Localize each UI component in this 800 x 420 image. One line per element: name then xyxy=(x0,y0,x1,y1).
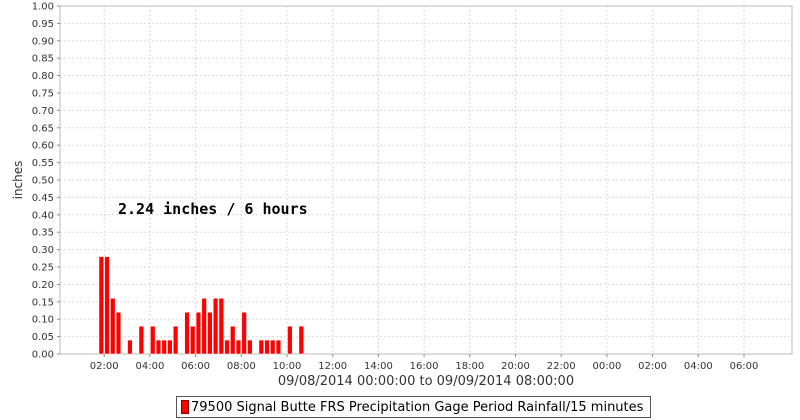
y-axis-ticks: 0.00 0.05 0.10 0.15 0.20 0.25 0.30 0.35 0.40 0.45… xyxy=(32,2,60,361)
y-tick-label: 0.25 xyxy=(32,263,54,274)
y-axis-label: inches xyxy=(11,161,25,200)
x-tick-label: 02:00 xyxy=(90,361,119,372)
x-tick-label: 10:00 xyxy=(273,361,302,372)
y-tick-label: 0.00 xyxy=(32,350,54,361)
y-tick-label: 0.10 xyxy=(32,315,54,326)
x-tick-label: 06:00 xyxy=(181,361,210,372)
y-tick-label: 0.60 xyxy=(32,141,54,152)
y-tick-label: 0.70 xyxy=(32,106,54,117)
bar xyxy=(98,256,104,355)
y-tick-label: 0.90 xyxy=(32,36,54,47)
bar xyxy=(161,339,167,355)
bar xyxy=(184,311,190,355)
y-tick-label: 0.85 xyxy=(32,54,54,65)
bar xyxy=(258,339,264,355)
bar xyxy=(167,339,173,355)
bar xyxy=(201,298,207,355)
bar xyxy=(150,325,156,355)
x-tick-label: 06:00 xyxy=(730,361,759,372)
x-tick-label: 00:00 xyxy=(592,361,621,372)
bar xyxy=(218,298,224,355)
x-tick-label: 20:00 xyxy=(501,361,530,372)
bar xyxy=(298,325,304,355)
x-tick-label: 18:00 xyxy=(455,361,484,372)
bar xyxy=(173,325,179,355)
y-tick-label: 0.65 xyxy=(32,123,54,134)
bar xyxy=(207,311,213,355)
x-tick-label: 16:00 xyxy=(410,361,439,372)
x-tick-label: 12:00 xyxy=(318,361,347,372)
bar xyxy=(115,311,122,355)
legend-label: 79500 Signal Butte FRS Precipitation Gag… xyxy=(191,399,644,415)
y-tick-label: 0.45 xyxy=(32,193,54,204)
y-tick-label: 0.20 xyxy=(32,280,54,291)
y-tick-label: 0.75 xyxy=(32,89,54,100)
y-tick-label: 0.30 xyxy=(32,245,54,256)
bar xyxy=(247,339,253,355)
x-tick-label: 08:00 xyxy=(227,361,256,372)
y-tick-label: 0.15 xyxy=(32,297,54,308)
bar xyxy=(138,325,144,355)
bar xyxy=(212,298,219,355)
x-tick-label: 04:00 xyxy=(135,361,164,372)
bar xyxy=(264,339,270,355)
bar xyxy=(270,339,276,355)
legend: 79500 Signal Butte FRS Precipitation Gag… xyxy=(176,396,652,418)
legend-swatch xyxy=(181,400,189,414)
x-tick-label: 14:00 xyxy=(364,361,393,372)
bar xyxy=(110,298,116,355)
x-tick-label: 04:00 xyxy=(684,361,713,372)
bar xyxy=(155,339,162,355)
bar xyxy=(287,325,293,355)
y-tick-label: 0.50 xyxy=(32,176,54,187)
bar xyxy=(224,339,230,355)
y-tick-label: 0.55 xyxy=(32,158,54,169)
y-tick-label: 0.95 xyxy=(32,19,54,30)
y-tick-label: 0.40 xyxy=(32,210,54,221)
y-tick-label: 0.35 xyxy=(32,228,54,239)
y-tick-label: 0.05 xyxy=(32,332,54,343)
x-tick-label: 02:00 xyxy=(638,361,667,372)
x-tick-label: 22:00 xyxy=(547,361,576,372)
bar xyxy=(235,339,242,355)
bar xyxy=(275,339,282,355)
y-tick-label: 0.80 xyxy=(32,71,54,82)
bar xyxy=(195,311,202,355)
x-axis-ticks: 02:00 04:00 06:00 08:00 10:00 12:00 14:00 16:00… xyxy=(90,354,759,372)
bar xyxy=(190,325,196,355)
bar xyxy=(230,325,236,355)
bar xyxy=(104,256,110,355)
total-annotation: 2.24 inches / 6 hours xyxy=(118,200,308,218)
x-axis-label: 09/08/2014 00:00:00 to 09/09/2014 08:00:… xyxy=(278,374,574,389)
rainfall-chart: 0.00 0.05 0.10 0.15 0.20 0.25 0.30 0.35 0.40 0.45… xyxy=(11,2,793,389)
bar xyxy=(127,339,133,355)
y-tick-label: 1.00 xyxy=(32,2,54,13)
bar xyxy=(241,311,247,355)
